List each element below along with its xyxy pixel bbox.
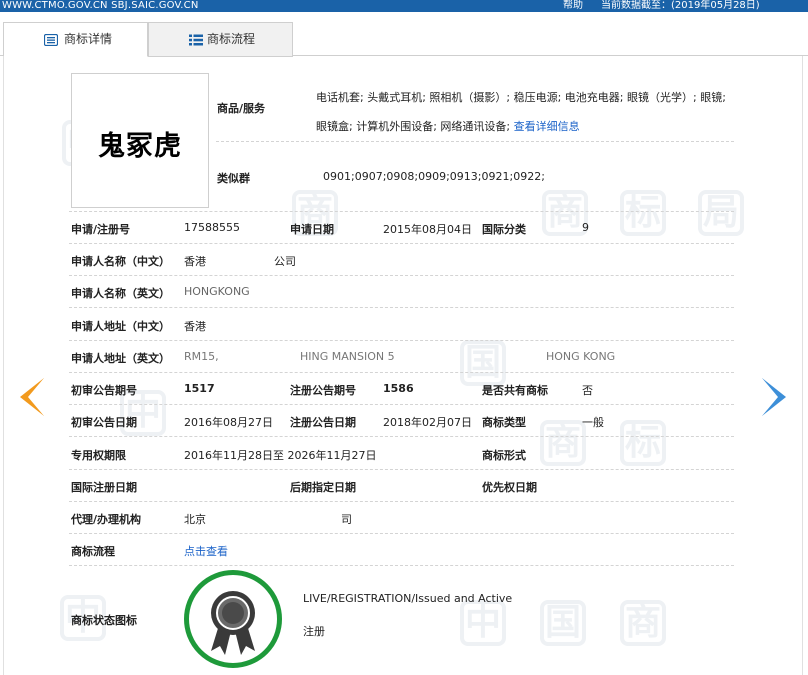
agent-suffix: 司 — [341, 513, 352, 526]
reg-pub-date-value: 2018年02月07日 — [383, 416, 472, 429]
divider — [69, 565, 734, 566]
watermark-icon: 国 — [460, 340, 506, 386]
tab-trademark-detail[interactable]: 商标详情 — [3, 22, 148, 57]
applicant-cn-prefix: 香港 — [184, 255, 206, 268]
view-details-link[interactable]: 查看详细信息 — [514, 120, 580, 133]
address-en-label: 申请人地址（英文） — [71, 352, 170, 365]
watermark-icon: 商 — [540, 420, 586, 466]
reg-pub-no-label: 注册公告期号 — [290, 384, 356, 397]
exclusive-value: 2016年11月28日至 2026年11月27日 — [184, 449, 377, 462]
goods-services: 电话机套; 头戴式耳机; 照相机（摄影）; 稳压电源; 电池充电器; 眼镜（光学… — [316, 83, 736, 141]
watermark-icon: 中 — [460, 600, 506, 646]
watermark-icon: 标 — [620, 420, 666, 466]
status-en: LIVE/REGISTRATION/Issued and Active — [303, 592, 513, 605]
prelim-no-value: 1517 — [184, 382, 215, 395]
watermark-icon: 局 — [698, 190, 744, 236]
award-ribbon-icon — [211, 591, 255, 655]
list-icon — [189, 34, 203, 46]
goods-label: 商品/服务 — [217, 102, 266, 115]
address-cn-value: 香港 — [184, 320, 206, 333]
help-link[interactable]: 帮助 — [563, 0, 583, 12]
address-en-part-c: HONG KONG — [546, 350, 616, 363]
divider — [69, 501, 734, 502]
divider — [216, 141, 734, 142]
similar-group-value: 0901;0907;0908;0909;0913;0921;0922; — [323, 170, 545, 183]
watermark-icon: 国 — [540, 600, 586, 646]
agent-prefix: 北京 — [184, 513, 206, 526]
process-label: 商标流程 — [71, 545, 115, 558]
divider — [69, 275, 734, 276]
intl-class-label: 国际分类 — [482, 223, 526, 236]
intl-reg-date-label: 国际注册日期 — [71, 481, 137, 494]
divider — [69, 372, 734, 373]
data-date: 当前数据截至：(2019年05月28日) — [601, 0, 760, 11]
prelim-date-label: 初审公告日期 — [71, 416, 137, 429]
app-date-label: 申请日期 — [290, 223, 334, 236]
tab-trademark-process[interactable]: 商标流程 — [148, 22, 293, 57]
shared-value: 否 — [582, 384, 593, 397]
status-cn: 注册 — [303, 625, 325, 638]
later-date-label: 后期指定日期 — [290, 481, 356, 494]
site-url[interactable]: WWW.CTMO.GOV.CN SBJ.SAIC.GOV.CN — [2, 0, 199, 12]
divider — [69, 436, 734, 437]
trademark-image: 鬼冢虎 — [71, 73, 209, 208]
tab-label: 商标详情 — [64, 32, 113, 46]
reg-no-value: 17588555 — [184, 221, 240, 234]
priority-date-label: 优先权日期 — [482, 481, 537, 494]
tm-form-label: 商标形式 — [482, 449, 526, 462]
applicant-cn-suffix: 公司 — [274, 255, 296, 268]
exclusive-label: 专用权期限 — [71, 449, 126, 462]
status-icon-label: 商标状态图标 — [71, 614, 137, 627]
detail-icon — [44, 34, 58, 46]
divider — [69, 211, 734, 212]
reg-no-label: 申请/注册号 — [71, 223, 131, 236]
view-process-link[interactable]: 点击查看 — [184, 543, 228, 559]
address-en-part-b: HING MANSION 5 — [300, 350, 395, 363]
address-cn-label: 申请人地址（中文） — [71, 320, 170, 333]
applicant-cn-label: 申请人名称（中文） — [71, 255, 170, 268]
applicant-en-value: HONGKONG — [184, 285, 250, 298]
tm-type-value: 一般 — [582, 416, 604, 429]
divider — [69, 469, 734, 470]
intl-class-value: 9 — [582, 221, 589, 234]
divider — [69, 307, 734, 308]
divider — [69, 404, 734, 405]
tab-label: 商标流程 — [207, 32, 256, 46]
watermark-icon: 标 — [620, 190, 666, 236]
app-date-value: 2015年08月04日 — [383, 223, 472, 236]
top-bar: WWW.CTMO.GOV.CN SBJ.SAIC.GOV.CN 帮助 当前数据截… — [0, 0, 808, 12]
reg-pub-no-value: 1586 — [383, 382, 414, 395]
prelim-date-value: 2016年08月27日 — [184, 416, 273, 429]
previous-arrow-icon[interactable] — [20, 378, 44, 416]
reg-pub-date-label: 注册公告日期 — [290, 416, 356, 429]
watermark-icon: 商 — [620, 600, 666, 646]
agent-label: 代理/办理机构 — [71, 513, 142, 526]
divider — [69, 340, 734, 341]
tab-bar: 商标详情 商标流程 — [0, 22, 808, 57]
next-arrow-icon[interactable] — [762, 378, 786, 416]
trademark-image-text: 鬼冢虎 — [98, 131, 182, 162]
prelim-no-label: 初审公告期号 — [71, 384, 137, 397]
divider — [69, 533, 734, 534]
address-en-part-a: RM15, — [184, 350, 219, 363]
registration-seal-icon — [184, 570, 282, 668]
similar-group-label: 类似群 — [217, 172, 250, 185]
applicant-en-label: 申请人名称（英文） — [71, 287, 170, 300]
shared-label: 是否共有商标 — [482, 384, 548, 397]
tm-type-label: 商标类型 — [482, 416, 526, 429]
divider — [69, 243, 734, 244]
